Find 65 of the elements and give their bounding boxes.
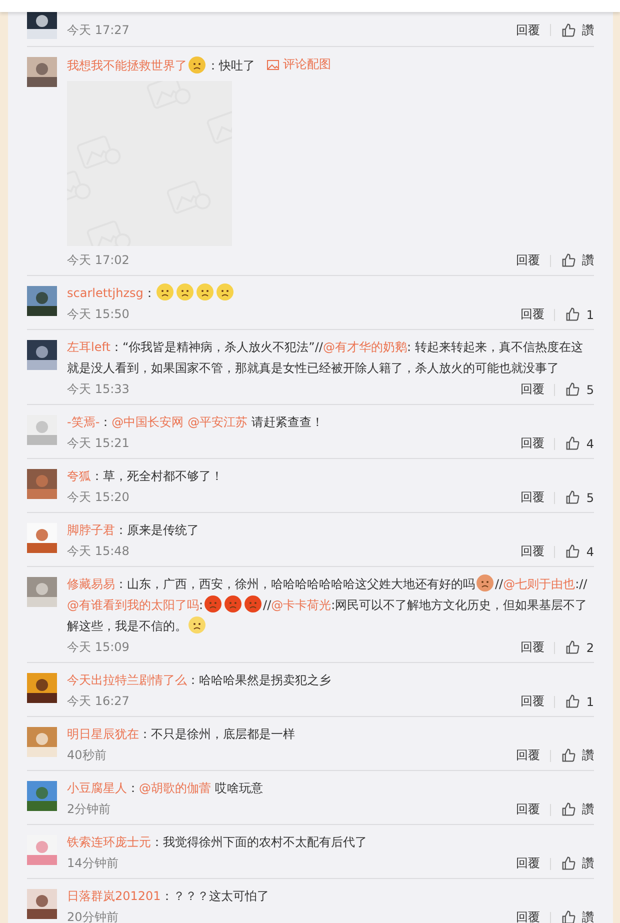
comment-text: 夸狐：草，死全村都不够了！ [67,468,224,484]
thumbs-up-icon [561,910,576,923]
comment-time: 今天 15:33 [67,381,130,398]
comment-time: 今天 15:09 [67,639,130,656]
like-button[interactable]: 4 [565,544,594,559]
like-button[interactable]: 讚 [561,909,594,923]
image-icon [267,60,279,70]
thumbs-up-icon [561,802,576,817]
comment-text: 修藏易易：山东，广西，西安，徐州，哈哈哈哈哈哈哈这父姓大地还有好的吗 //@七则于由也:// @有谁看到我的太阳了吗: //@卡卡荷光:网民可以不了解地方文化历史，但如果基层不了解这些，我是不信的。 [67,574,594,636]
thumbs-up-icon [561,253,576,268]
thumbs-up-icon [561,748,576,763]
comment-text: 左耳left：“你我皆是精神病，杀人放火不犯法”//@有才华的奶鹅: 转起来转起来，真不信热度在这就是没人看到，如果国家不管，那就真是女性已经被开除人籍了，杀人放火的可能也就没事了 [67,338,584,376]
reply-link[interactable]: 回覆 [516,22,540,38]
reply-link[interactable]: 回覆 [520,489,544,506]
like-button[interactable]: 4 [565,436,594,451]
comment-text: 我想我不能拯救世界了 ：快吐了 评论配图 [67,54,594,76]
comment-time: 今天 17:27 [67,22,130,38]
comment-text: 小豆腐星人：@胡歌的伽蕾 哎啥玩意 [67,780,264,796]
like-button[interactable]: 讚 [561,855,594,872]
reply-link[interactable]: 回覆 [520,435,544,452]
thumbs-up-icon [561,22,576,38]
comment-time: 20分钟前 [67,909,118,923]
thumbs-up-icon [561,856,576,871]
thumbs-up-icon [565,490,580,505]
like-button[interactable]: 5 [565,382,594,397]
reply-link[interactable]: 回覆 [516,801,540,818]
comment-text: 明日星辰犹在：不只是徐州，底层都是一样 [67,726,296,742]
reply-link[interactable]: 回覆 [516,855,540,872]
thumbs-up-icon [565,694,580,709]
comment-text: scarlettjhzsg： [67,282,594,304]
reply-link[interactable]: 回覆 [520,639,544,656]
like-button[interactable]: 5 [565,490,594,505]
like-button[interactable]: 1 [565,694,594,709]
like-button[interactable]: 2 [565,640,594,655]
like-button[interactable]: 讚 [561,801,594,818]
comment-time: 40秒前 [67,747,106,764]
comment-text: 今天出拉特兰剧情了么：哈哈哈果然是拐卖犯之乡 [67,672,332,688]
thumbs-up-icon [565,307,580,322]
reply-link[interactable]: 回覆 [516,252,540,269]
thumbs-up-icon [565,640,580,655]
thumbs-up-icon [565,544,580,559]
comment-text: 日落群岚201201：？？？这太可怕了 [67,888,270,904]
like-button[interactable]: 讚 [561,252,594,269]
comment-time: 今天 16:27 [67,693,130,710]
comment-time: 14分钟前 [67,855,118,872]
comment-text: -笑焉-：@中国长安网 @平安江苏 请赶紧查查！ [67,414,324,430]
reply-link[interactable]: 回覆 [520,693,544,710]
like-button[interactable]: 1 [565,307,594,322]
like-button[interactable]: 讚 [561,22,594,38]
thumbs-up-icon [565,436,580,451]
comment-time: 今天 15:20 [67,489,130,506]
reply-link[interactable]: 回覆 [520,381,544,398]
comment-time: 今天 15:48 [67,543,130,560]
reply-link[interactable]: 回覆 [516,909,540,923]
comment-time: 2分钟前 [67,801,111,818]
comment-text: 脚脖子君：原来是传统了 [67,522,200,538]
like-button[interactable]: 讚 [561,747,594,764]
reply-link[interactable]: 回覆 [516,747,540,764]
reply-link[interactable]: 回覆 [520,306,544,323]
comment-text: 铁索连环庞士元：我觉得徐州下面的农村不太配有后代了 [67,834,368,850]
thumbs-up-icon [565,382,580,397]
comment-time: 今天 15:50 [67,306,130,323]
reply-link[interactable]: 回覆 [520,543,544,560]
comment-time: 今天 15:21 [67,435,130,452]
comment-time: 今天 17:02 [67,252,130,269]
